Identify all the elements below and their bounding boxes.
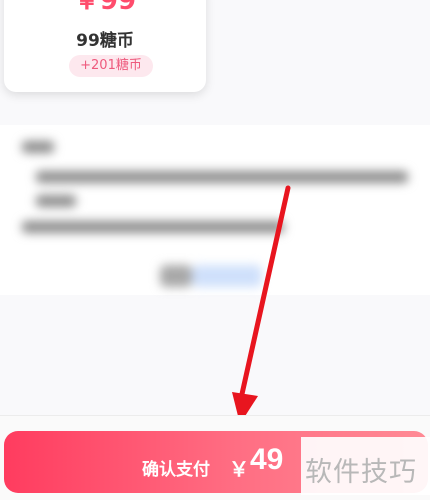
package-card-99[interactable]: ￥99 99糖币 +201糖币 — [4, 0, 206, 92]
package-amount: 99糖币 — [76, 31, 134, 51]
blurred-content — [0, 125, 430, 295]
pay-currency-symbol: ￥ — [229, 459, 249, 481]
confirm-pay-label: 确认支付 — [142, 460, 210, 479]
pay-amount: 49 — [250, 443, 284, 476]
blurred-notice-section — [0, 125, 430, 295]
recharge-page: ￥99 99糖币 +201糖币 确认支付 ￥ 49 软件技巧 — [0, 0, 430, 500]
package-price: ￥99 — [73, 0, 137, 16]
package-bonus-badge: +201糖币 — [69, 55, 153, 77]
watermark-text: 软件技巧 — [305, 457, 417, 488]
